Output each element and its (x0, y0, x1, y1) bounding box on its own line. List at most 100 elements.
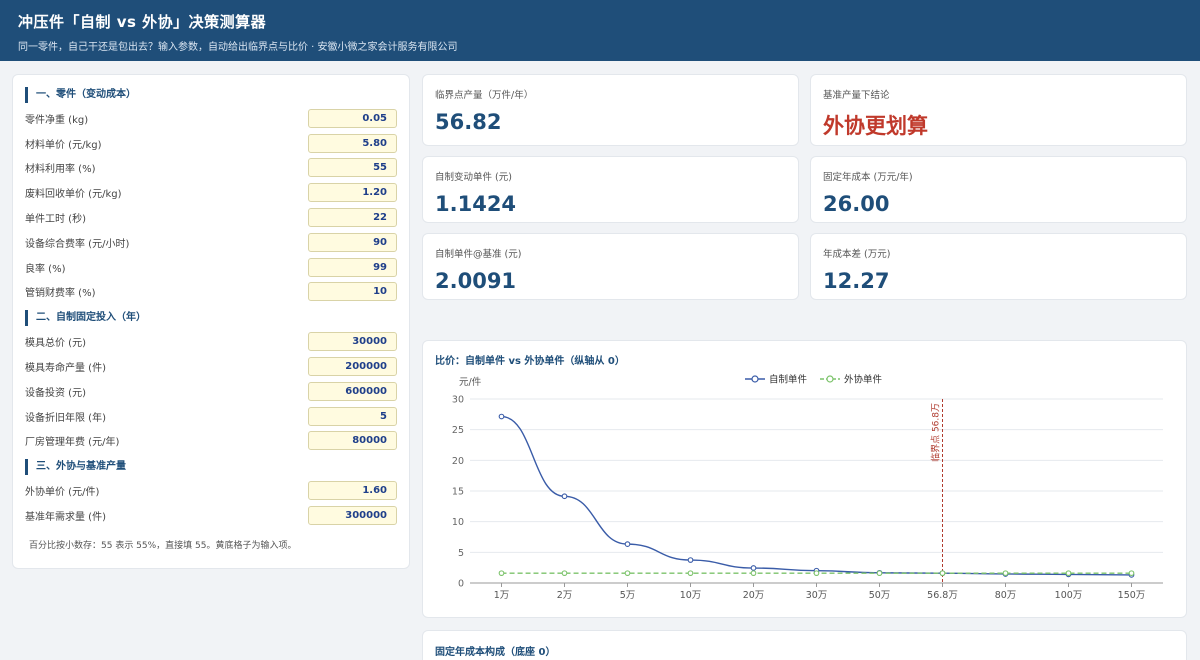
fixed-param-row: 模具总价 (元) 30000 (25, 329, 397, 354)
part-param-row: 材料单价 (元/kg) 5.80 (25, 131, 397, 156)
data-point (939, 570, 946, 577)
fixed-param-label: 设备折旧年限 (年) (25, 412, 106, 424)
var-unit-card: 自制变动单件 (元) 1.1424 (422, 156, 799, 223)
conclusion-label: 基准产量下结论 (823, 90, 890, 101)
legend-label: 自制单件 (769, 374, 808, 386)
fixed-cost-card: 固定年成本 (万元/年) 26.00 (810, 156, 1187, 223)
data-point (750, 565, 757, 571)
series-line-self (501, 415, 1132, 576)
legend-marker (751, 375, 759, 383)
data-point (624, 570, 631, 577)
x-tick-label: 150万 (1118, 590, 1146, 601)
fixed-cost-breakdown-card: 固定年成本构成（底座 0） (422, 630, 1187, 660)
part-param-label: 管销财费率 (%) (25, 288, 96, 300)
fixed-param-row: 模具寿命产量 (件) 200000 (25, 354, 397, 379)
x-tick-label: 56.8万 (927, 590, 958, 601)
cost-diff-card: 年成本差 (万元) 12.27 (810, 233, 1187, 300)
fixed-cost-label: 固定年成本 (万元/年) (823, 172, 913, 183)
part-param-row: 材料利用率 (%) 55 (25, 156, 397, 181)
y-axis-label: 元/件 (459, 376, 482, 388)
x-tick-label: 100万 (1055, 590, 1083, 601)
page-title: 冲压件「自制 vs 外协」决策测算器 (18, 13, 267, 31)
outsource-inputs: 外协单价 (元/件) 1.60 基准年需求量 (件) 300000 (25, 478, 397, 528)
section-title-part: 一、零件（变动成本） (25, 87, 397, 103)
x-tick-label: 50万 (869, 590, 891, 601)
part-param-label: 材料单价 (元/kg) (25, 139, 102, 151)
fixed-param-row: 厂房管理年费 (元/年) 80000 (25, 429, 397, 454)
fixed-cost-value: 26.00 (823, 192, 890, 216)
data-point (498, 570, 505, 577)
part-param-input[interactable]: 22 (308, 208, 397, 228)
y-tick-label: 30 (452, 395, 464, 406)
part-param-label: 废料回收单价 (元/kg) (25, 189, 122, 201)
outsource-param-input[interactable]: 1.60 (308, 481, 397, 501)
data-point (750, 570, 757, 577)
fixed-param-input[interactable]: 5 (308, 406, 397, 426)
fixed-param-input[interactable]: 200000 (308, 357, 397, 377)
breakeven-card: 临界点产量（万件/年） 56.82 (422, 74, 799, 146)
fixed-cost-breakdown-title: 固定年成本构成（底座 0） (435, 647, 556, 658)
fixed-param-row: 设备投资 (元) 600000 (25, 379, 397, 404)
unit-at-base-label: 自制单件@基准 (元) (435, 249, 522, 260)
breakeven-value: 56.82 (435, 110, 502, 134)
part-param-label: 零件净重 (kg) (25, 114, 89, 126)
data-point (687, 570, 694, 577)
price-comparison-chart: 0 5 10 15 20 25 30 元/件 1万 2万 5万 10万 20万 30万 50万 56.8万 80… (452, 374, 1163, 601)
part-param-row: 废料回收单价 (元/kg) 1.20 (25, 180, 397, 205)
fixed-param-input[interactable]: 30000 (308, 332, 397, 352)
part-param-label: 单件工时 (秒) (25, 214, 86, 226)
data-point (876, 570, 883, 577)
part-param-input[interactable]: 10 (308, 282, 397, 302)
input-panel: 一、零件（变动成本） 零件净重 (kg) 0.05 材料单价 (元/kg) 5.80 材… (12, 74, 410, 569)
part-param-input[interactable]: 55 (308, 158, 397, 178)
outsource-param-label: 基准年需求量 (件) (25, 512, 106, 524)
fixed-param-label: 厂房管理年费 (元/年) (25, 437, 120, 449)
section-title-outsource: 三、外协与基准产量 (25, 459, 397, 476)
x-tick-label: 30万 (806, 590, 828, 601)
part-param-row: 零件净重 (kg) 0.05 (25, 106, 397, 131)
breakeven-label: 临界点 56.8万 (930, 403, 942, 462)
part-inputs: 零件净重 (kg) 0.05 材料单价 (元/kg) 5.80 材料利用率 (%) 55 废… (25, 106, 397, 304)
fixed-param-input[interactable]: 600000 (308, 381, 397, 401)
input-note: 百分比按小数存：55 表示 55%，直接填 55。黄底格子为输入项。 (29, 540, 297, 551)
data-point (561, 570, 568, 577)
app-header: 冲压件「自制 vs 外协」决策测算器 同一零件，自己干还是包出去？输入参数，自动… (0, 0, 1200, 61)
part-param-input[interactable]: 1.20 (308, 183, 397, 203)
y-tick-label: 5 (458, 548, 464, 559)
y-tick-label: 0 (458, 579, 464, 590)
part-param-row: 单件工时 (秒) 22 (25, 205, 397, 230)
fixed-inputs: 模具总价 (元) 30000 模具寿命产量 (件) 200000 设备投资 (元) 600… (25, 329, 397, 453)
part-param-label: 材料利用率 (%) (25, 164, 96, 176)
outsource-param-input[interactable]: 300000 (308, 506, 397, 526)
data-point (687, 557, 694, 563)
x-tick-label: 80万 (995, 590, 1017, 601)
var-unit-label: 自制变动单件 (元) (435, 172, 512, 183)
part-param-input[interactable]: 99 (308, 257, 397, 277)
price-comparison-chart-card: 比价：自制单件 vs 外协单件（纵轴从 0） 0 5 10 15 20 25 30 元/件 1万… (422, 340, 1187, 618)
cost-diff-value: 12.27 (823, 269, 890, 293)
y-tick-label: 15 (452, 487, 464, 498)
x-tick-label: 5万 (620, 590, 636, 601)
part-param-row: 管销财费率 (%) 10 (25, 280, 397, 305)
fixed-param-row: 设备折旧年限 (年) 5 (25, 404, 397, 429)
conclusion-value: 外协更划算 (823, 114, 928, 138)
x-tick-label: 20万 (743, 590, 765, 601)
data-point (1065, 570, 1072, 577)
section-title-fixed: 二、自制固定投入（年） (25, 310, 397, 327)
x-tick-label: 1万 (494, 590, 510, 601)
part-param-row: 设备综合费率 (元/小时) 90 (25, 230, 397, 255)
cost-diff-label: 年成本差 (万元) (823, 249, 891, 260)
outsource-param-row: 基准年需求量 (件) 300000 (25, 503, 397, 528)
breakeven-label: 临界点产量（万件/年） (435, 90, 534, 101)
data-point (813, 570, 820, 577)
part-param-input[interactable]: 90 (308, 232, 397, 252)
fixed-param-input[interactable]: 80000 (308, 431, 397, 451)
fixed-param-label: 模具总价 (元) (25, 338, 86, 350)
outsource-param-row: 外协单价 (元/件) 1.60 (25, 478, 397, 503)
part-param-input[interactable]: 0.05 (308, 108, 397, 128)
y-tick-label: 25 (452, 425, 464, 436)
x-tick-label: 10万 (680, 590, 702, 601)
fixed-param-label: 模具寿命产量 (件) (25, 363, 106, 375)
var-unit-value: 1.1424 (435, 192, 517, 216)
part-param-input[interactable]: 5.80 (308, 133, 397, 153)
